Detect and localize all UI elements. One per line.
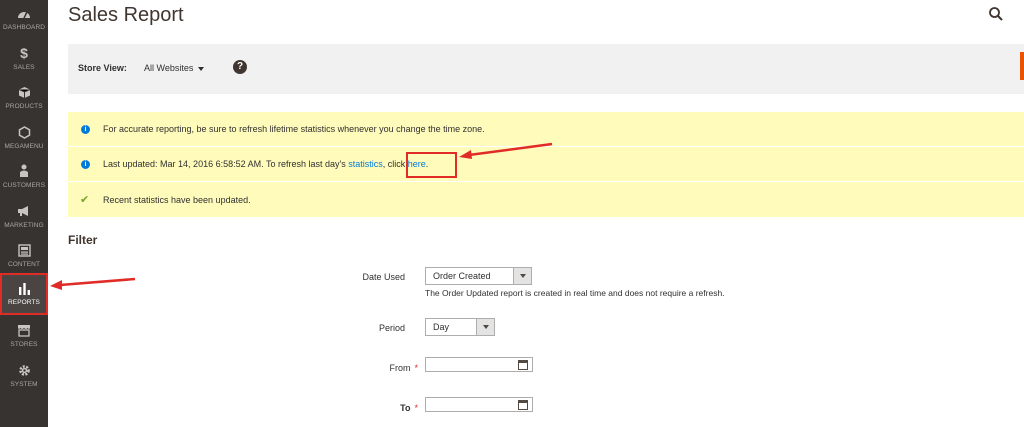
nav-item-reports[interactable]: Reports: [0, 273, 48, 315]
from-date-input[interactable]: [425, 357, 533, 372]
admin-sidebar: Dashboard $ Sales Products Megamenu Cust…: [0, 0, 48, 427]
nav-label: Stores: [10, 341, 38, 348]
store-view-label: Store View:: [78, 63, 127, 73]
chevron-down-icon: [476, 319, 494, 335]
nav-item-dashboard[interactable]: Dashboard: [0, 4, 48, 44]
bar-chart-icon: [18, 279, 31, 297]
box-icon: [18, 83, 31, 101]
date-used-label: Date Used: [362, 272, 405, 282]
info-icon: i: [81, 159, 90, 169]
person-icon: [19, 162, 29, 180]
message-text: For accurate reporting, be sure to refre…: [103, 124, 485, 134]
nav-item-sales[interactable]: $ Sales: [0, 44, 48, 84]
message-text: Recent statistics have been updated.: [103, 194, 251, 205]
annotation-arrow-icon: [50, 277, 136, 290]
nav-item-marketing[interactable]: Marketing: [0, 202, 48, 242]
gear-icon: [18, 361, 31, 379]
statistics-link[interactable]: statistics: [348, 159, 383, 169]
to-label: To *: [278, 403, 418, 413]
content-icon: [17, 241, 31, 259]
store-view-switcher[interactable]: All Websites: [144, 63, 205, 73]
nav-label: Customers: [2, 182, 46, 189]
nav-item-products[interactable]: Products: [0, 83, 48, 123]
filter-title: Filter: [68, 233, 98, 247]
nav-item-megamenu[interactable]: Megamenu: [0, 123, 48, 163]
chevron-down-icon: [513, 268, 531, 284]
message-text: Last updated: Mar 14, 2016 6:58:52 AM. T…: [103, 159, 428, 169]
message-success: ✔ Recent statistics have been updated.: [68, 182, 1024, 217]
page-title: Sales Report: [68, 4, 184, 26]
from-label-text: From: [389, 363, 411, 373]
click-text: click: [387, 159, 408, 169]
to-label-text: To: [400, 403, 411, 413]
period-label: Period: [378, 323, 405, 333]
period-select[interactable]: Day: [425, 318, 495, 336]
annotation-arrow-icon: [459, 142, 553, 159]
nav-item-customers[interactable]: Customers: [0, 162, 48, 202]
nav-item-system[interactable]: System: [0, 361, 48, 401]
from-label: From *: [278, 363, 418, 373]
info-icon: i: [81, 124, 90, 134]
megaphone-icon: [17, 202, 31, 220]
store-view-bar: Store View: All Websites ?: [68, 44, 1024, 94]
period-value: Day: [433, 322, 450, 332]
check-icon: ✔: [80, 194, 90, 206]
required-mark: *: [414, 363, 418, 373]
nav-label: System: [10, 381, 38, 388]
dollar-icon: $: [20, 45, 28, 61]
to-date-input[interactable]: [425, 397, 533, 412]
calendar-icon[interactable]: [518, 360, 528, 370]
date-used-note: The Order Updated report is created in r…: [425, 288, 725, 298]
nav-item-stores[interactable]: Stores: [0, 321, 48, 361]
help-icon[interactable]: ?: [233, 60, 247, 74]
chevron-down-icon: [198, 66, 205, 71]
dashboard-icon: [17, 4, 31, 22]
date-used-value: Order Created: [433, 271, 491, 281]
last-updated-text: Last updated: Mar 14, 2016 6:58:52 AM. T…: [103, 159, 349, 169]
hexagon-icon: [18, 123, 31, 141]
nav-label: Products: [5, 103, 43, 110]
store-view-value: All Websites: [144, 63, 194, 73]
search-icon[interactable]: [988, 6, 1004, 22]
nav-label: Marketing: [4, 222, 44, 229]
accent-edge: [1020, 52, 1024, 80]
click-here-highlight: [406, 152, 457, 178]
calendar-icon[interactable]: [518, 400, 528, 410]
nav-label: Megamenu: [4, 143, 44, 150]
required-mark: *: [414, 403, 418, 413]
date-used-select[interactable]: Order Created: [425, 267, 532, 285]
nav-label: Reports: [7, 299, 40, 306]
nav-label: Content: [7, 261, 41, 268]
nav-label: Dashboard: [2, 24, 46, 31]
nav-label: Sales: [13, 64, 35, 71]
store-icon: [17, 321, 31, 339]
